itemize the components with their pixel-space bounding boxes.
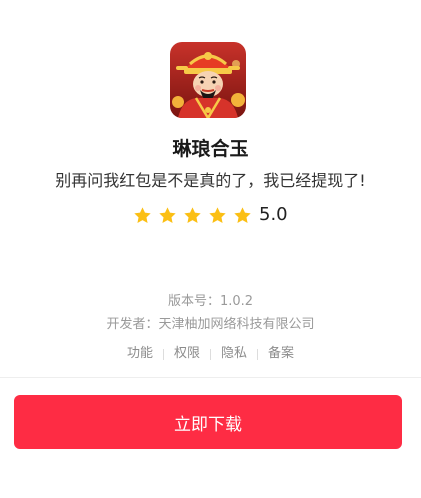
app-tagline: 别再问我红包是不是真的了，我已经提现了!: [55, 171, 366, 190]
rating: 5.0: [133, 203, 288, 227]
rating-value: 5.0: [259, 204, 288, 225]
permissions-link[interactable]: 权限: [174, 345, 200, 363]
app-download-page: 琳琅合玉 别再问我红包是不是真的了，我已经提现了! 5.0 版本号：1.0.2 …: [0, 0, 421, 498]
star-icon: [208, 206, 227, 225]
privacy-link[interactable]: 隐私: [221, 345, 247, 363]
download-button[interactable]: 立即下载: [14, 395, 402, 449]
divider: [0, 377, 421, 378]
star-icon: [158, 206, 177, 225]
app-icon: [170, 42, 246, 118]
app-name: 琳琅合玉: [172, 138, 249, 160]
star-icon: [133, 206, 152, 225]
features-link[interactable]: 功能: [127, 345, 153, 363]
link-separator: [257, 348, 259, 360]
info-links: 功能 权限 隐私 备案: [0, 345, 421, 363]
star-icon: [233, 206, 252, 225]
developer-name: 开发者：天津柚加网络科技有限公司: [106, 317, 315, 332]
link-separator: [210, 348, 211, 360]
link-separator: [162, 348, 164, 360]
version-number: 版本号：1.0.2: [167, 294, 254, 309]
star-icon: [183, 206, 202, 225]
filing-link[interactable]: 备案: [268, 345, 294, 363]
